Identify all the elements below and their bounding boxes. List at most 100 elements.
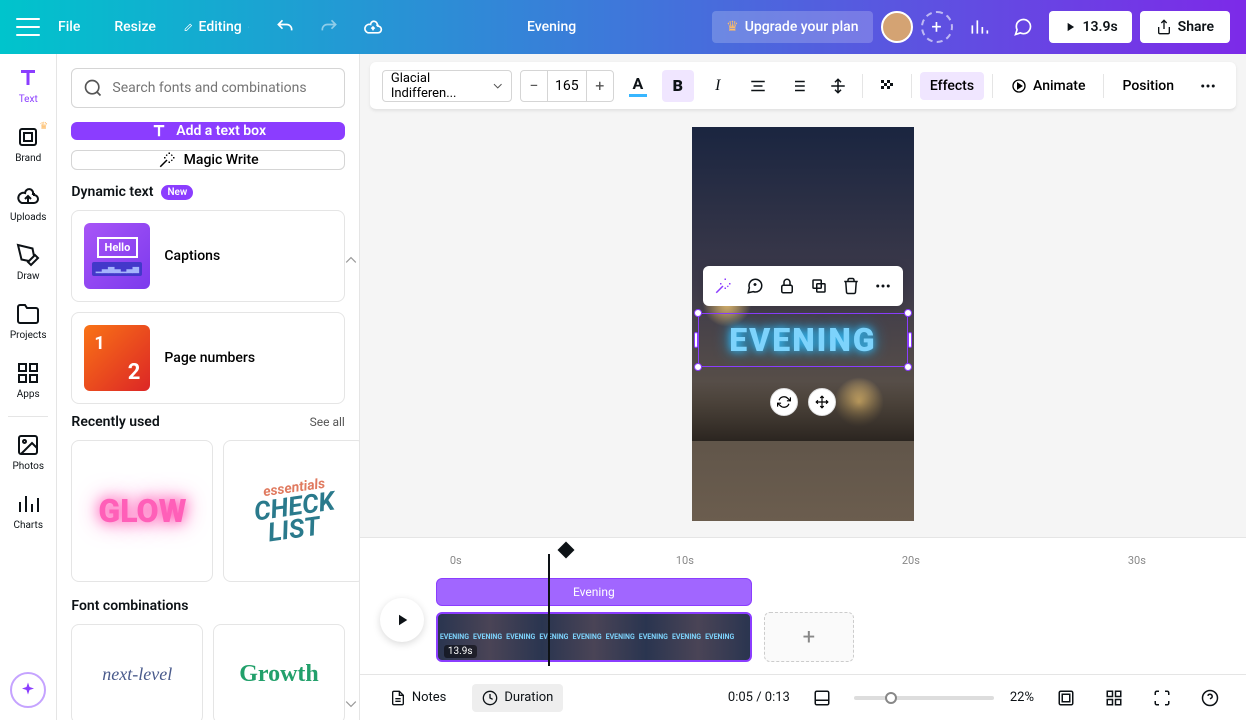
spacing-button[interactable]: [822, 70, 854, 102]
grid-view-button[interactable]: [1098, 682, 1130, 714]
ruler-mark: 0s: [450, 554, 462, 567]
magic-edit-button[interactable]: [709, 272, 737, 300]
captions-label: Captions: [164, 248, 220, 264]
delete-button[interactable]: [837, 272, 865, 300]
rotate-button[interactable]: [770, 388, 798, 416]
growth-combo-card[interactable]: Growth: [213, 624, 345, 720]
undo-button[interactable]: [267, 9, 303, 45]
duration-button[interactable]: Duration: [472, 684, 563, 712]
playhead-line[interactable]: [548, 554, 550, 666]
page-numbers-card[interactable]: 12 Page numbers: [71, 312, 344, 404]
font-size-group: − +: [520, 70, 614, 102]
comment-button[interactable]: [741, 272, 769, 300]
rail-charts[interactable]: Charts: [0, 484, 57, 539]
nextlevel-combo-card[interactable]: next-level: [71, 624, 203, 720]
rail-projects[interactable]: Projects: [0, 294, 57, 349]
rail-uploads[interactable]: Uploads: [0, 176, 57, 231]
resize-handle-mr[interactable]: [908, 332, 912, 348]
captions-card[interactable]: Hello ▁▃▅▃▁▃▅ Captions: [71, 210, 344, 302]
user-avatar[interactable]: [881, 11, 913, 43]
font-combo-row: next-level Growth: [71, 624, 344, 720]
see-all-link[interactable]: See all: [310, 415, 345, 429]
brand-icon: [16, 125, 40, 149]
more-options-button[interactable]: [1192, 70, 1224, 102]
checklist-template-card[interactable]: essentials CHECK LIST: [223, 440, 359, 582]
section-title: Font combinations: [71, 598, 188, 614]
more-button[interactable]: [869, 272, 897, 300]
resize-handle-bl[interactable]: [694, 363, 702, 371]
search-wrapper: [71, 68, 344, 108]
resize-button[interactable]: Resize: [98, 11, 166, 43]
file-menu[interactable]: File: [48, 11, 90, 43]
insights-button[interactable]: [961, 9, 997, 45]
resize-handle-ml[interactable]: [694, 332, 698, 348]
add-member-button[interactable]: +: [921, 11, 953, 43]
transparency-button[interactable]: [871, 70, 903, 102]
font-search-input[interactable]: [71, 68, 344, 108]
zoom-slider[interactable]: [854, 696, 994, 700]
editing-mode-button[interactable]: Editing: [174, 11, 259, 43]
fullscreen-button[interactable]: [1146, 682, 1178, 714]
increase-size-button[interactable]: +: [587, 71, 613, 101]
resize-handle-br[interactable]: [904, 363, 912, 371]
document-title-input[interactable]: [452, 19, 652, 35]
animate-button[interactable]: Animate: [1001, 72, 1095, 100]
rail-photos[interactable]: Photos: [0, 425, 57, 480]
view-mode-button[interactable]: [806, 682, 838, 714]
rail-draw[interactable]: Draw: [0, 235, 57, 290]
selected-text-box[interactable]: EVENING: [698, 313, 908, 367]
side-panel: Add a text box Magic Write Dynamic text …: [57, 54, 359, 720]
page-numbers-label: Page numbers: [164, 350, 255, 366]
magic-write-button[interactable]: Magic Write: [71, 150, 344, 170]
add-text-box-button[interactable]: Add a text box: [71, 122, 344, 140]
main-menu-button[interactable]: [16, 18, 40, 36]
design-page[interactable]: EVENING: [692, 127, 914, 521]
font-size-input[interactable]: [547, 71, 587, 101]
ai-assistant-button[interactable]: [10, 672, 46, 708]
audio-track[interactable]: Evening: [436, 578, 752, 606]
scale-view-button[interactable]: [1050, 682, 1082, 714]
cloud-sync-button[interactable]: [355, 9, 391, 45]
add-scene-button[interactable]: +: [764, 612, 854, 662]
dynamic-text-header: Dynamic text New: [71, 184, 344, 200]
effects-button[interactable]: Effects: [920, 72, 984, 100]
top-bar: File Resize Editing ♛ Upgrade your plan …: [0, 0, 1246, 54]
canvas-area[interactable]: EVENING: [360, 110, 1246, 537]
rail-brand[interactable]: ♛ Brand: [0, 117, 57, 172]
folder-icon: [16, 302, 40, 326]
resize-handle-tr[interactable]: [904, 309, 912, 317]
move-button[interactable]: [808, 388, 836, 416]
notes-button[interactable]: Notes: [380, 684, 457, 712]
rail-text[interactable]: Text: [0, 58, 57, 113]
glow-template-card[interactable]: GLOW: [71, 440, 213, 582]
wand-icon: [158, 151, 176, 169]
duplicate-button[interactable]: [805, 272, 833, 300]
redo-button[interactable]: [311, 9, 347, 45]
present-button[interactable]: 13.9s: [1049, 11, 1132, 43]
comment-button[interactable]: [1005, 9, 1041, 45]
context-toolbar: Glacial Indifferen... − + A B I Effects: [370, 62, 1236, 110]
help-button[interactable]: [1194, 682, 1226, 714]
upgrade-plan-button[interactable]: ♛ Upgrade your plan: [712, 11, 872, 43]
list-button[interactable]: [782, 70, 814, 102]
main-text-content[interactable]: EVENING: [729, 321, 876, 359]
font-family-select[interactable]: Glacial Indifferen...: [382, 70, 512, 102]
position-button[interactable]: Position: [1112, 72, 1184, 100]
rail-apps[interactable]: Apps: [0, 353, 57, 408]
lock-button[interactable]: [773, 272, 801, 300]
topbar-center: [399, 19, 704, 35]
bold-button[interactable]: B: [662, 70, 694, 102]
zoom-thumb[interactable]: [885, 692, 897, 704]
decrease-size-button[interactable]: −: [521, 71, 547, 101]
alignment-button[interactable]: [742, 70, 774, 102]
share-button[interactable]: Share: [1140, 11, 1230, 43]
italic-button[interactable]: I: [702, 70, 734, 102]
timeline-play-button[interactable]: [380, 598, 424, 642]
timeline-ruler[interactable]: 0s 10s 20s 30s: [380, 548, 1226, 572]
text-color-button[interactable]: A: [622, 70, 654, 102]
apps-icon: [16, 361, 40, 385]
playhead-marker[interactable]: [557, 542, 574, 559]
resize-handle-tl[interactable]: [694, 309, 702, 317]
scroll-down-icon: [345, 698, 357, 710]
video-track[interactable]: EVENING EVENING EVENING EVENING EVENING …: [436, 612, 752, 662]
